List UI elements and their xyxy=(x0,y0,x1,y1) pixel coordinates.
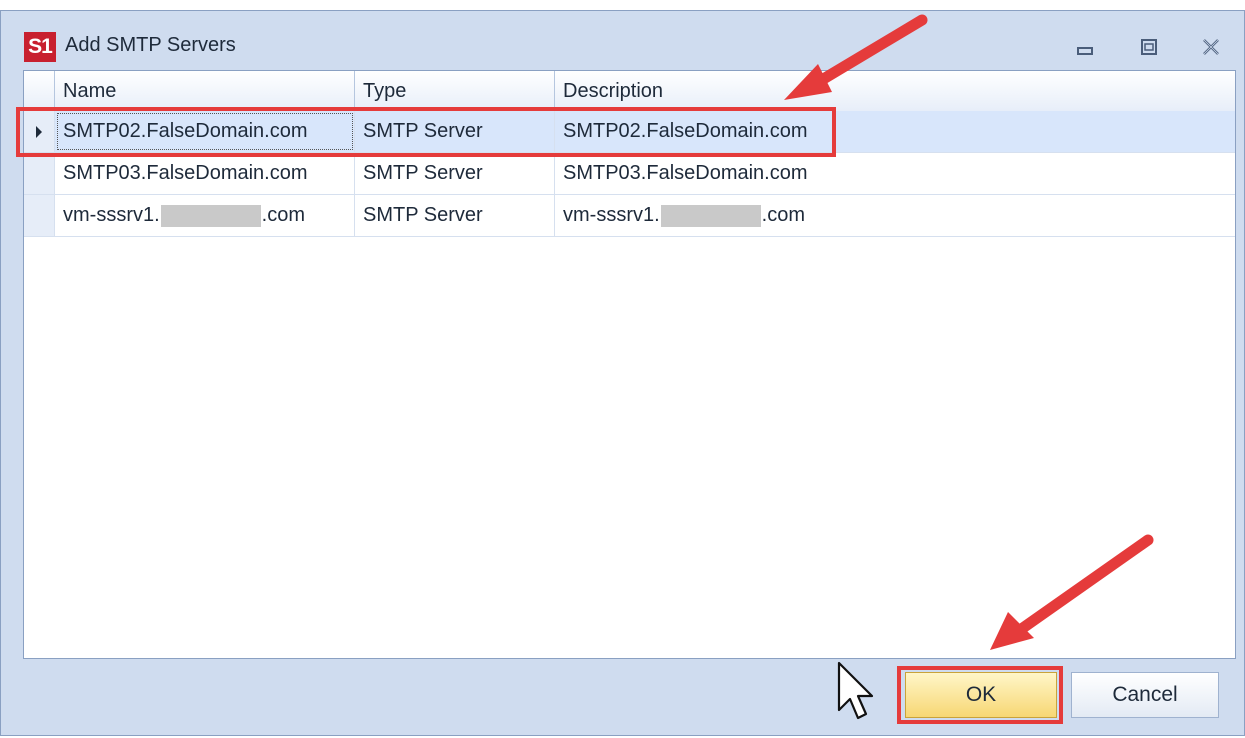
cell-description-suffix: .com xyxy=(761,204,806,226)
column-header-type[interactable]: Type xyxy=(355,71,555,111)
column-header-name[interactable]: Name xyxy=(55,71,355,111)
row-indicator xyxy=(24,195,55,236)
close-icon xyxy=(1203,39,1219,55)
cell-description[interactable]: SMTP02.FalseDomain.com xyxy=(555,111,1235,152)
title-bar[interactable]: S1 Add SMTP Servers xyxy=(1,11,1244,71)
table-row[interactable]: SMTP03.FalseDomain.com SMTP Server SMTP0… xyxy=(24,153,1235,195)
cancel-button[interactable]: Cancel xyxy=(1071,672,1219,718)
maximize-button[interactable] xyxy=(1129,31,1169,63)
redacted-block xyxy=(660,204,761,227)
grid-header: Name Type Description xyxy=(24,71,1235,112)
redacted-block xyxy=(160,204,261,227)
window-title: Add SMTP Servers xyxy=(65,34,236,56)
cell-description[interactable]: SMTP03.FalseDomain.com xyxy=(555,153,1235,194)
column-header-description[interactable]: Description xyxy=(555,71,1235,111)
row-indicator xyxy=(24,153,55,194)
cell-name[interactable]: SMTP03.FalseDomain.com xyxy=(55,153,355,194)
dialog-footer: OK Cancel xyxy=(23,659,1236,731)
row-indicator xyxy=(24,111,55,152)
minimize-icon xyxy=(1077,47,1093,55)
cell-description-prefix: vm-sssrv1. xyxy=(563,204,660,226)
cell-name[interactable]: vm-sssrv1. .com xyxy=(55,195,355,236)
table-row[interactable]: SMTP02.FalseDomain.com SMTP Server SMTP0… xyxy=(24,111,1235,153)
app-logo-icon: S1 xyxy=(24,32,56,62)
smtp-servers-grid[interactable]: Name Type Description SMTP02.FalseDomain… xyxy=(23,70,1236,659)
cell-description[interactable]: vm-sssrv1. .com xyxy=(555,195,1235,236)
cell-type[interactable]: SMTP Server xyxy=(355,195,555,236)
cell-type[interactable]: SMTP Server xyxy=(355,111,555,152)
current-row-arrow-icon xyxy=(36,126,42,138)
cell-name-suffix: .com xyxy=(261,204,306,226)
maximize-icon xyxy=(1141,39,1157,55)
row-indicator-header xyxy=(24,71,55,111)
table-row[interactable]: vm-sssrv1. .com SMTP Server vm-sssrv1. .co… xyxy=(24,195,1235,237)
cell-name[interactable]: SMTP02.FalseDomain.com xyxy=(55,111,355,152)
ok-button[interactable]: OK xyxy=(905,672,1057,718)
cell-name-prefix: vm-sssrv1. xyxy=(63,204,160,226)
mouse-cursor-icon xyxy=(837,661,874,720)
minimize-button[interactable] xyxy=(1065,31,1105,63)
add-smtp-servers-dialog: S1 Add SMTP Servers Name Type Descriptio… xyxy=(0,10,1245,736)
cell-type[interactable]: SMTP Server xyxy=(355,153,555,194)
close-button[interactable] xyxy=(1191,31,1231,63)
